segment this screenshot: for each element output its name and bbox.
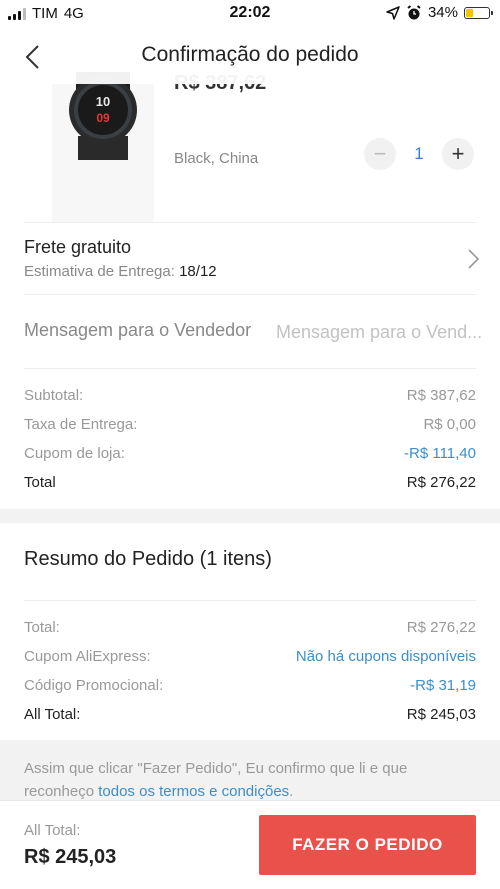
seller-message-input[interactable]: [276, 318, 481, 346]
all-total-value: R$ 245,03: [406, 706, 476, 723]
product-image: 10 09: [52, 72, 154, 222]
terms-notice-end: .: [289, 783, 294, 800]
promo-code-row[interactable]: Código Promocional: -R$ 31,19: [24, 677, 476, 699]
shipping-fee-value: R$ 0,00: [423, 416, 476, 433]
divider: [24, 600, 476, 601]
footer-all-total-value: R$ 245,03: [24, 846, 117, 868]
product-variant: Black, China: [174, 150, 259, 167]
page-title: Confirmação do pedido: [141, 43, 359, 66]
aliexpress-coupon-row[interactable]: Cupom AliExpress: Não há cupons disponív…: [24, 648, 476, 670]
battery-icon: [464, 6, 493, 19]
store-coupon-value[interactable]: -R$ 111,40: [404, 445, 476, 467]
delivery-estimate: Estimativa de Entrega: 18/12: [24, 263, 217, 280]
status-bar: TIM 4G 22:02 34%: [0, 0, 500, 28]
subtotal-value: R$ 387,62: [406, 387, 476, 404]
minus-icon[interactable]: −: [364, 138, 396, 170]
all-total-row: All Total: R$ 245,03: [24, 706, 476, 728]
terms-notice: Assim que clicar "Fazer Pedido", Eu conf…: [0, 740, 500, 800]
promo-code-label: Código Promocional:: [24, 677, 164, 694]
delivery-estimate-date: 18/12: [179, 263, 217, 280]
total-row: Total R$ 276,22: [24, 474, 476, 496]
location-arrow-icon: [386, 5, 400, 20]
quantity-value: 1: [414, 144, 424, 163]
total-value: R$ 276,22: [406, 474, 476, 491]
total-label: Total: [24, 474, 56, 491]
battery-fill: [466, 8, 474, 17]
store-coupon-row[interactable]: Cupom de loja: -R$ 111,40: [24, 445, 476, 467]
promo-code-value[interactable]: -R$ 31,19: [410, 677, 476, 699]
summary-total-value: R$ 276,22: [406, 619, 476, 636]
shipping-fee-label: Taxa de Entrega:: [24, 416, 138, 433]
checkout-bar: All Total: R$ 245,03 FAZER O PEDIDO: [0, 800, 500, 889]
place-order-button[interactable]: FAZER O PEDIDO: [259, 815, 476, 875]
store-coupon-label: Cupom de loja:: [24, 445, 125, 462]
svg-text:10: 10: [96, 94, 110, 109]
delivery-estimate-label: Estimativa de Entrega:: [24, 263, 175, 280]
divider: [24, 222, 476, 223]
plus-icon[interactable]: +: [442, 138, 474, 170]
summary-total-label: Total:: [24, 619, 60, 636]
divider: [24, 368, 476, 369]
divider: [24, 294, 476, 295]
summary-total-row: Total: R$ 276,22: [24, 619, 476, 641]
terms-link[interactable]: todos os termos e condições: [98, 783, 289, 800]
battery-percent: 34%: [427, 4, 458, 21]
subtotal-label: Subtotal:: [24, 387, 84, 404]
svg-text:09: 09: [96, 111, 110, 125]
section-separator: [0, 509, 500, 523]
alarm-clock-icon: [407, 4, 421, 19]
chevron-right-icon[interactable]: [466, 248, 480, 270]
footer-all-total-label: All Total:: [24, 822, 81, 839]
quantity-stepper: − 1 +: [364, 138, 474, 170]
subtotal-row: Subtotal: R$ 387,62: [24, 387, 476, 409]
shipping-fee-row: Taxa de Entrega: R$ 0,00: [24, 416, 476, 438]
header-bar: Confirmação do pedido: [0, 28, 500, 84]
seller-message-label: Mensagem para o Vendedor: [24, 320, 252, 340]
status-right: 34%: [386, 4, 493, 21]
order-summary-title: Resumo do Pedido (1 itens): [24, 548, 272, 570]
aliexpress-coupon-label: Cupom AliExpress:: [24, 648, 151, 665]
all-total-label: All Total:: [24, 706, 81, 723]
shipping-title: Frete gratuito: [24, 237, 132, 257]
aliexpress-coupon-value[interactable]: Não há cupons disponíveis: [296, 648, 476, 670]
